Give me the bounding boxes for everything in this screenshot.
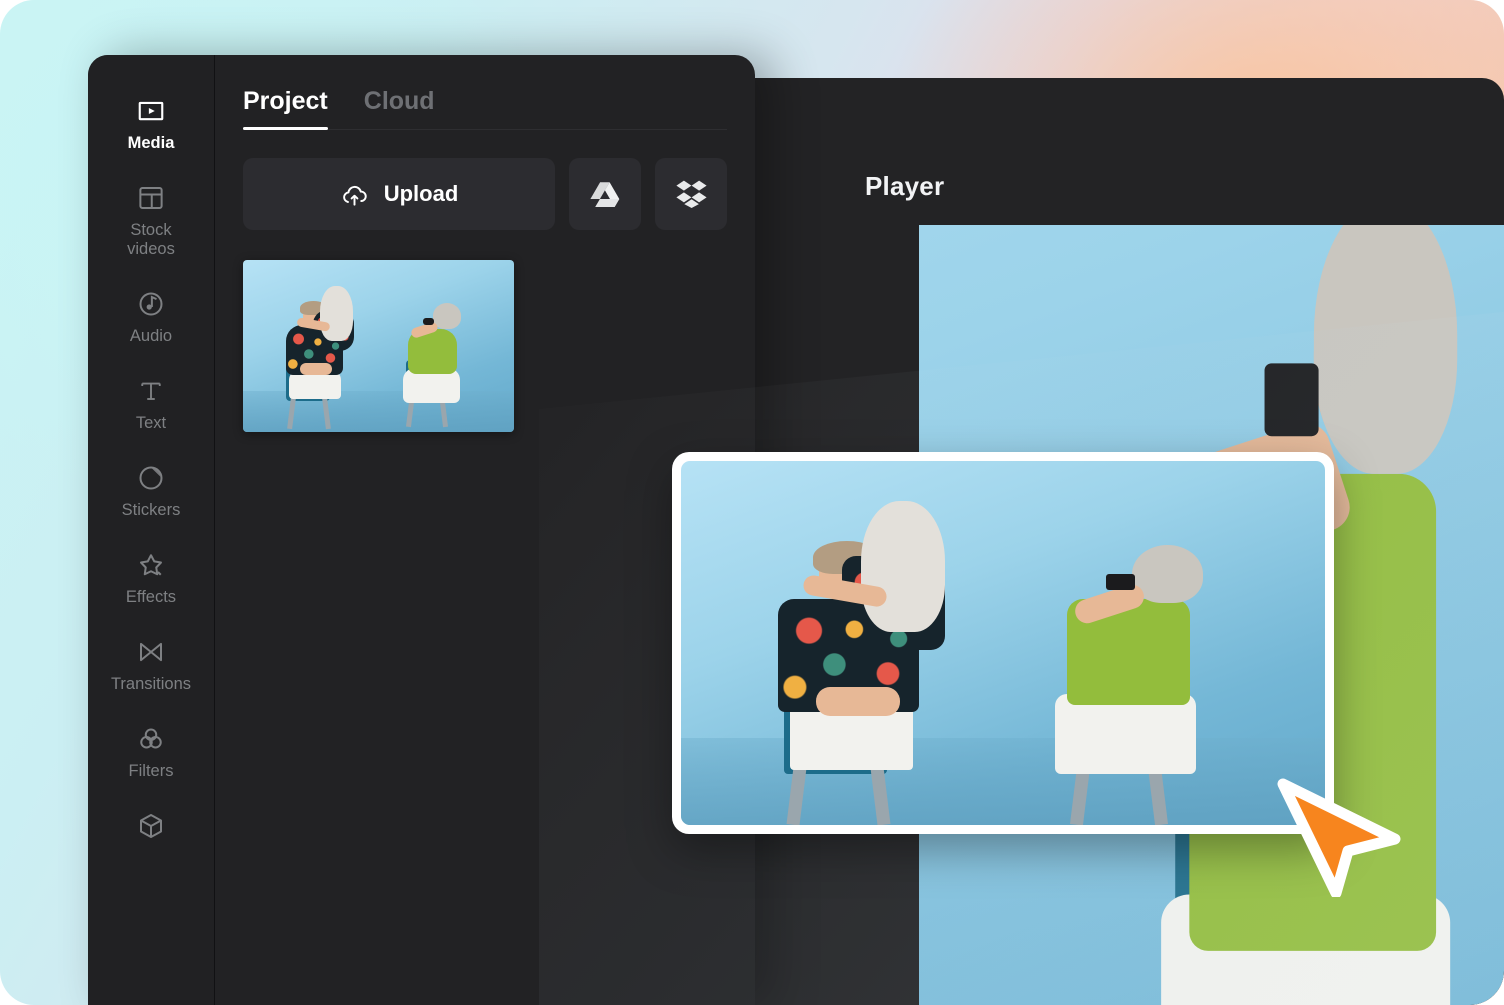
sidebar-item-media[interactable]: Media [88, 82, 214, 169]
sidebar-item-stickers[interactable]: Stickers [88, 449, 214, 536]
photo-camera [1264, 363, 1320, 438]
dragged-photo [681, 461, 1325, 825]
photo-woman1-hair [861, 501, 946, 633]
sidebar-item-audio[interactable]: Audio [88, 275, 214, 362]
sidebar-item-label: Media [127, 134, 175, 152]
tab-cloud[interactable]: Cloud [364, 87, 435, 129]
upload-button[interactable]: Upload [243, 158, 555, 230]
sidebar-item-stock-videos[interactable]: Stock videos [88, 169, 214, 275]
transitions-bowtie-icon [136, 637, 166, 667]
action-bar: Upload [243, 158, 727, 230]
photo-floor [243, 390, 514, 432]
sidebar-item-label: Text [135, 414, 167, 432]
cube-3d-icon [136, 811, 166, 841]
photo-camera [423, 318, 435, 326]
google-drive-button[interactable] [569, 158, 641, 230]
player-title: Player [865, 171, 945, 201]
photo-woman1-hair [320, 285, 353, 341]
sidebar-item-label: Filters [128, 762, 174, 780]
sidebar-item-3d[interactable] [88, 797, 214, 865]
sidebar-item-label: Audio [129, 327, 173, 345]
dragged-clip-preview[interactable] [672, 452, 1334, 834]
photo-camera [1106, 573, 1135, 591]
dropbox-icon [675, 180, 707, 208]
dragged-clip-photo [681, 461, 1325, 825]
google-drive-icon [590, 181, 620, 208]
photo-man-arm [816, 686, 900, 716]
app-root: Player Media Stock videos Audio Text Sti… [0, 0, 1504, 1005]
effects-star-icon [136, 550, 166, 580]
sidebar-item-text[interactable]: Text [88, 362, 214, 449]
dropbox-button[interactable] [655, 158, 727, 230]
photo-woman2-hair [1312, 225, 1458, 474]
sidebar-item-label: Effects [125, 588, 177, 606]
media-panel: Media Stock videos Audio Text Stickers E… [88, 55, 755, 1005]
sidebar-item-filters[interactable]: Filters [88, 710, 214, 797]
photo-woman2-skirt [402, 368, 460, 403]
sidebar-item-label: Transitions [110, 675, 192, 693]
sticker-circle-icon [136, 463, 166, 493]
photo-floor [681, 737, 1325, 825]
layout-grid-icon [136, 183, 166, 213]
filters-circles-icon [136, 724, 166, 754]
sidebar-item-label: Stickers [121, 501, 181, 519]
clip-thumbnail-1[interactable] [243, 260, 514, 432]
upload-button-label: Upload [383, 181, 459, 206]
sidebar-item-label: Stock videos [127, 221, 175, 258]
text-t-icon [136, 376, 166, 406]
audio-note-icon [136, 289, 166, 319]
photo-woman2-skirt [1054, 693, 1197, 775]
sidebar-item-transitions[interactable]: Transitions [88, 623, 214, 710]
clip-thumbnail-photo [243, 260, 514, 432]
media-play-icon [136, 96, 166, 126]
sidebar: Media Stock videos Audio Text Stickers E… [88, 55, 215, 1005]
media-grid [243, 260, 727, 432]
cloud-upload-icon [340, 180, 369, 209]
photo-man-arm [299, 363, 333, 376]
tab-bar: Project Cloud [243, 55, 727, 130]
tab-project[interactable]: Project [243, 87, 328, 130]
sidebar-item-effects[interactable]: Effects [88, 536, 214, 623]
